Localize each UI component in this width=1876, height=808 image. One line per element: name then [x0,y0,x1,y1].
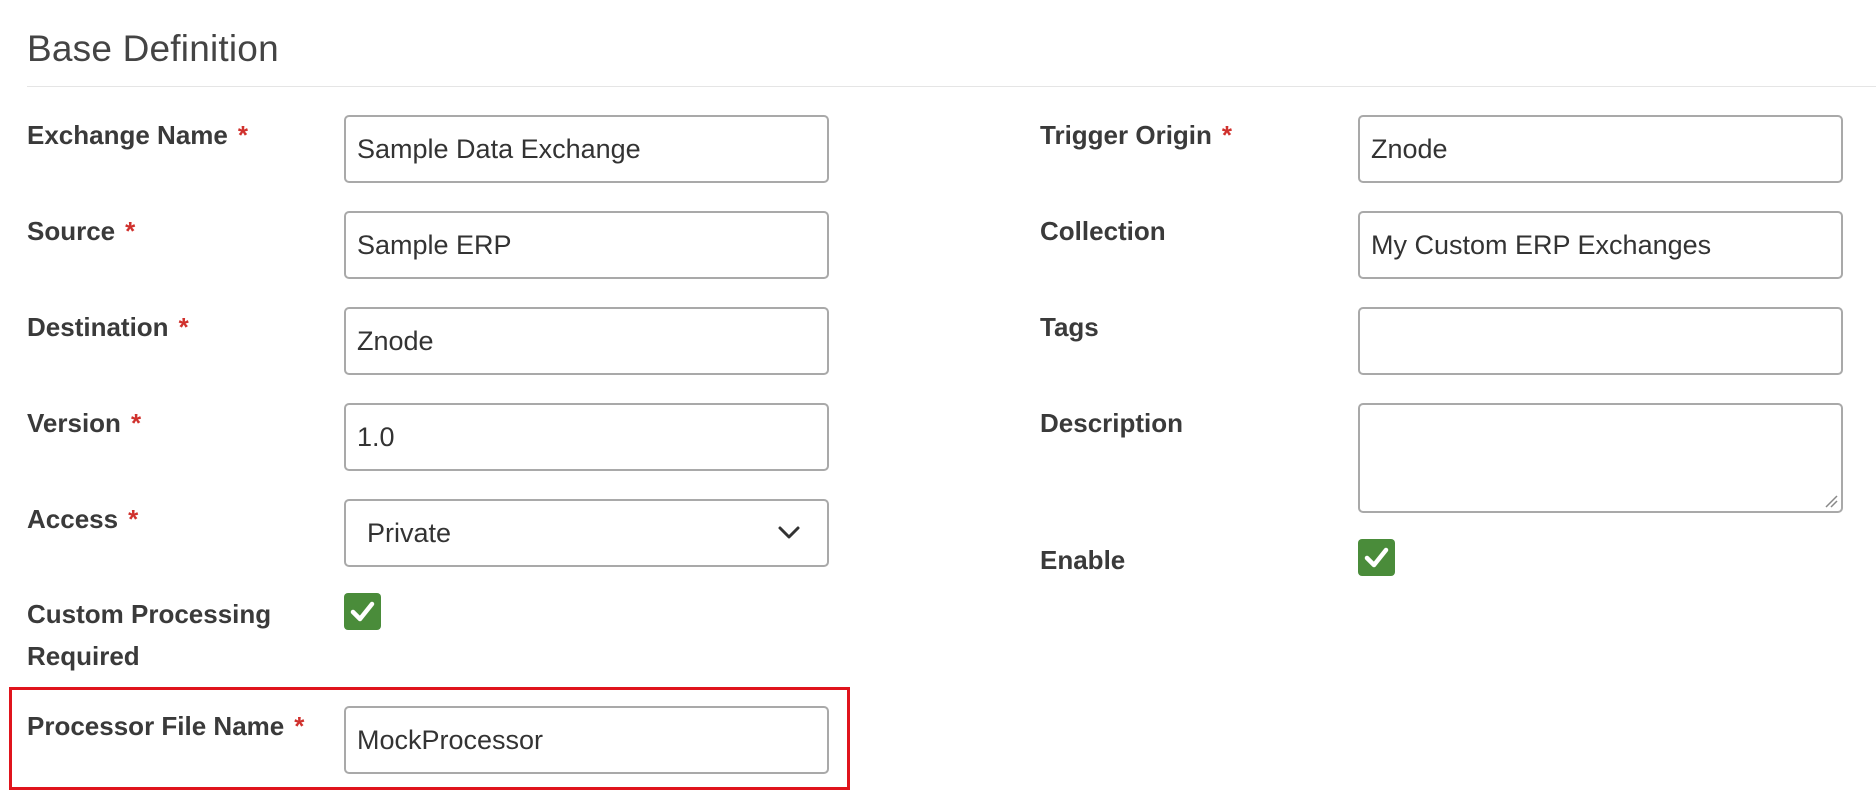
exchange-name-label-text: Exchange Name [27,120,228,150]
destination-label: Destination * [27,306,189,348]
exchange-name-input[interactable]: Sample Data Exchange [344,115,829,183]
access-select-value: Private [367,518,452,548]
custom-processing-checkbox[interactable] [344,593,381,630]
checkmark-icon [350,601,375,622]
source-input[interactable]: Sample ERP [344,211,829,279]
source-label: Source * [27,210,135,252]
required-marker: * [125,216,136,246]
version-label-text: Version [27,408,121,438]
required-marker: * [128,504,139,534]
exchange-name-label: Exchange Name * [27,114,248,156]
section-title: Base Definition [27,28,279,69]
destination-input[interactable]: Znode [344,307,829,375]
processor-file-name-input[interactable]: MockProcessor [344,706,829,774]
trigger-origin-label-text: Trigger Origin [1040,120,1212,150]
section-divider [27,86,1876,87]
tags-label-text: Tags [1040,312,1099,342]
custom-processing-label: Custom Processing Required [27,593,271,677]
tags-input[interactable] [1358,307,1843,375]
custom-processing-label-line2: Required [27,641,140,671]
description-label: Description [1040,402,1183,444]
trigger-origin-input[interactable]: Znode [1358,115,1843,183]
access-label-text: Access [27,504,119,534]
trigger-origin-label: Trigger Origin * [1040,114,1232,156]
chevron-down-icon [778,526,800,539]
tags-label: Tags [1040,306,1099,348]
access-select[interactable]: Private [344,499,829,567]
required-marker: * [1221,120,1233,150]
collection-label-text: Collection [1040,216,1166,246]
resize-grip-icon[interactable] [1824,494,1838,508]
required-marker: * [178,312,189,342]
collection-label: Collection [1040,210,1166,252]
custom-processing-label-line1: Custom Processing [27,599,272,629]
checkmark-icon [1364,547,1389,568]
version-label: Version * [27,402,141,444]
access-label: Access * [27,498,138,540]
description-label-text: Description [1040,408,1184,438]
collection-input[interactable]: My Custom ERP Exchanges [1358,211,1843,279]
required-marker: * [237,120,248,150]
version-input[interactable]: 1.0 [344,403,829,471]
source-label-text: Source [27,216,116,246]
enable-label: Enable [1040,539,1125,581]
processor-file-name-label-text: Processor File Name [27,711,285,741]
required-marker: * [130,408,142,438]
required-marker: * [294,711,305,741]
destination-label-text: Destination [27,312,169,342]
processor-file-name-label: Processor File Name * [27,705,304,747]
description-textarea[interactable] [1358,403,1843,513]
enable-label-text: Enable [1040,545,1126,575]
enable-checkbox[interactable] [1358,539,1395,576]
